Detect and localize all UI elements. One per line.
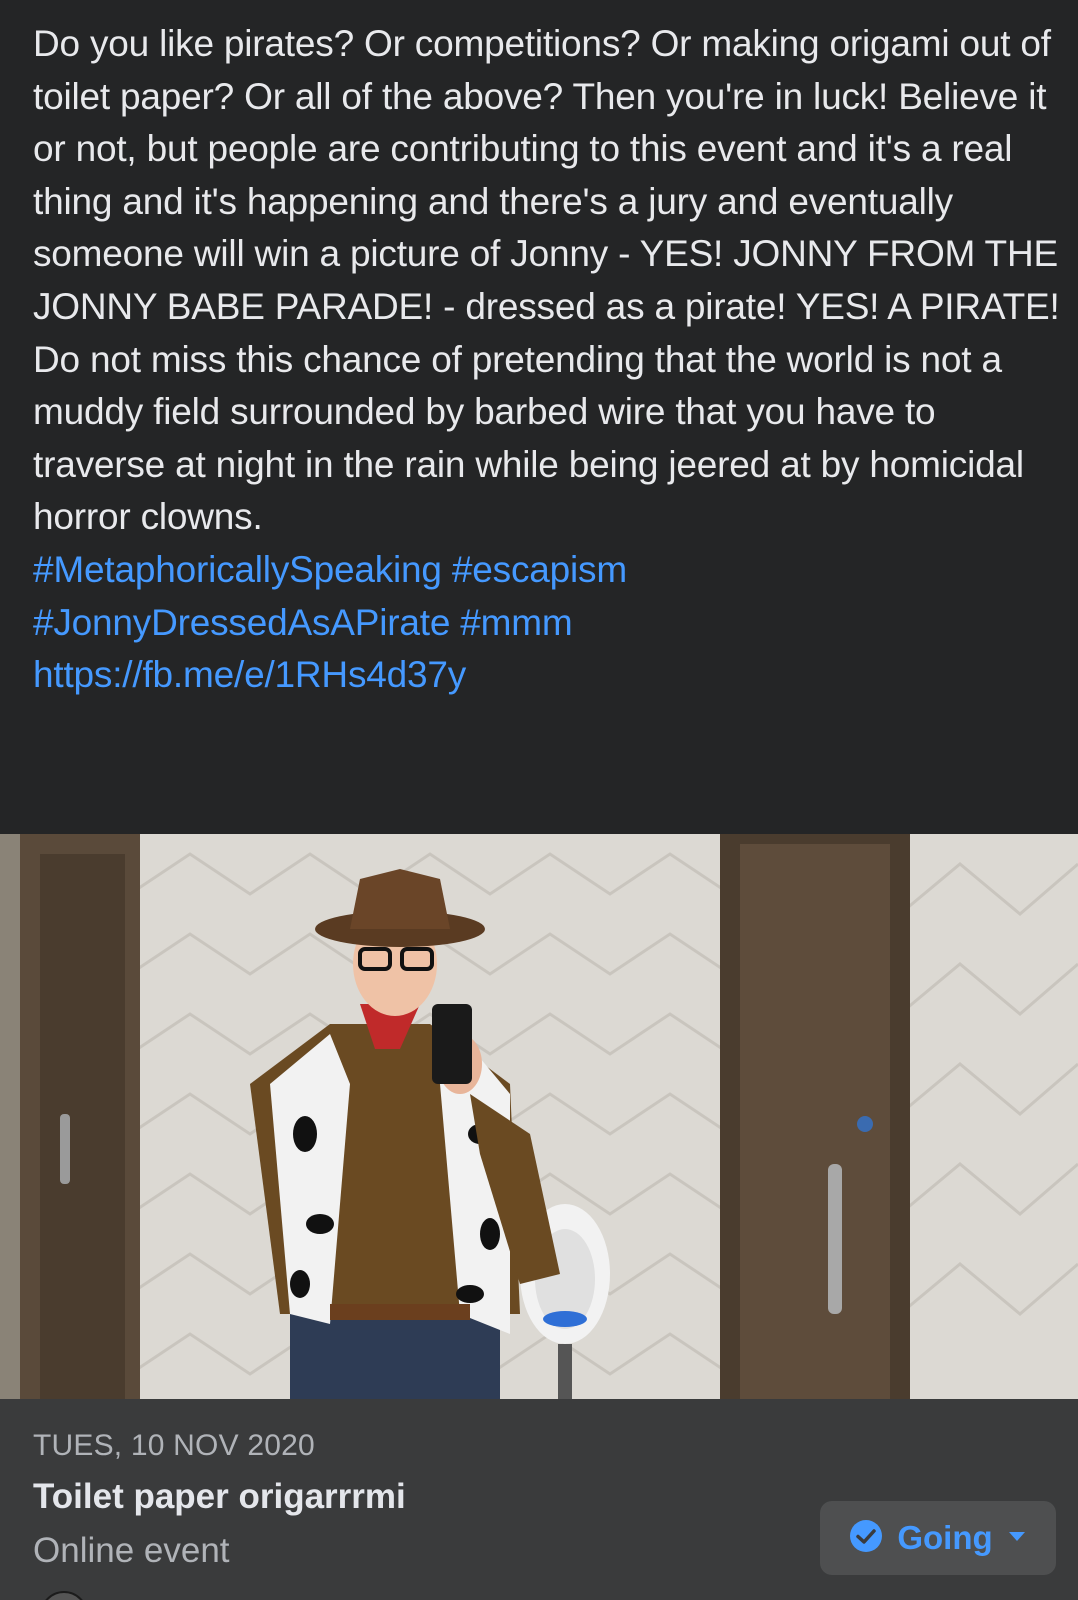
hashtag-link[interactable]: #JonnyDressedAsAPirate bbox=[33, 602, 450, 643]
hashtag-list: #MetaphoricallySpeaking #escapism #Jonny… bbox=[33, 544, 1063, 702]
hashtag-link[interactable]: #escapism bbox=[452, 549, 627, 590]
post-paragraph-2: Do not miss this chance of pretending th… bbox=[33, 338, 1034, 538]
event-card[interactable]: TUES, 10 NOV 2020 Toilet paper origarrrm… bbox=[0, 1399, 1078, 1600]
event-title[interactable]: Toilet paper origarrrmi bbox=[33, 1477, 406, 1517]
going-label: Going bbox=[897, 1519, 993, 1556]
post-paragraph-1: Do you like pirates? Or competitions? Or… bbox=[33, 23, 1069, 327]
post-body: Do you like pirates? Or competitions? Or… bbox=[33, 18, 1063, 702]
event-link[interactable]: https://fb.me/e/1RHs4d37y bbox=[33, 654, 466, 695]
event-cover-photo[interactable] bbox=[0, 834, 1078, 1399]
hashtag-link[interactable]: #MetaphoricallySpeaking bbox=[33, 549, 442, 590]
going-button[interactable]: Going bbox=[820, 1501, 1056, 1575]
event-date: TUES, 10 NOV 2020 bbox=[33, 1429, 315, 1462]
cover-photo-image bbox=[0, 834, 1078, 1399]
hashtag-link[interactable]: #mmm bbox=[460, 602, 572, 643]
check-circle-icon bbox=[849, 1519, 883, 1558]
caret-down-icon bbox=[1007, 1529, 1027, 1548]
event-type: Online event bbox=[33, 1531, 230, 1570]
avatar bbox=[40, 1591, 88, 1600]
